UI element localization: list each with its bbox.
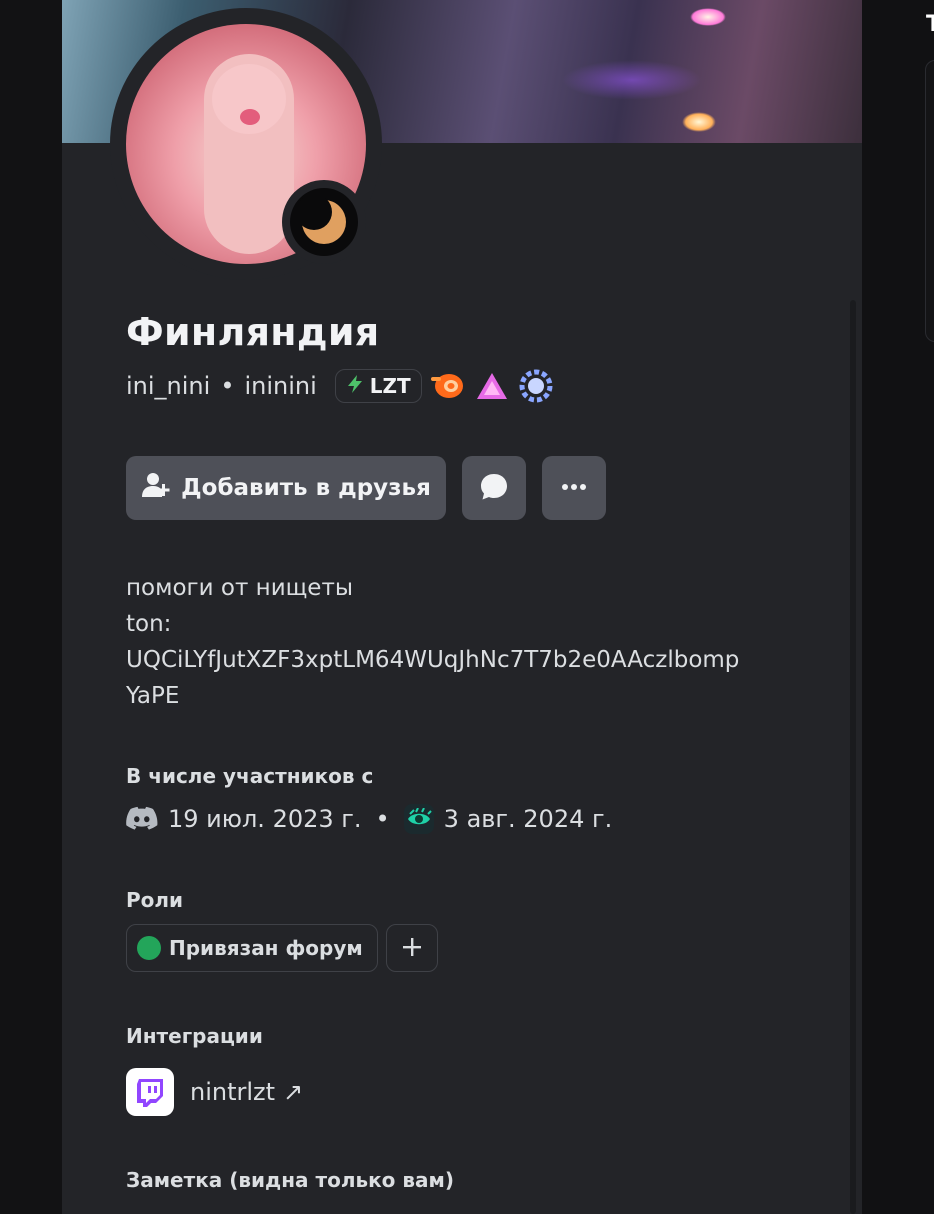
username: ini_nini bbox=[126, 372, 211, 400]
server-icon bbox=[403, 804, 434, 834]
alt-name: ininini bbox=[244, 372, 317, 400]
scrollbar-thumb[interactable] bbox=[850, 300, 856, 1214]
clan-tag-label: LZT bbox=[369, 374, 411, 398]
server-join-date: 3 авг. 2024 г. bbox=[443, 805, 613, 833]
chat-bubble-icon bbox=[478, 471, 510, 506]
twitch-icon bbox=[126, 1068, 174, 1116]
add-friend-label: Добавить в друзья bbox=[181, 475, 431, 501]
handle-separator: • bbox=[220, 372, 235, 400]
display-name: Финляндия bbox=[126, 310, 380, 354]
blue-laurel-badge-icon[interactable] bbox=[518, 368, 554, 404]
orange-swirl-badge-icon[interactable] bbox=[430, 368, 466, 404]
bolt-icon bbox=[344, 373, 366, 400]
message-button[interactable] bbox=[462, 456, 526, 520]
ellipsis-icon bbox=[558, 471, 590, 506]
role-label: Привязан форум bbox=[169, 936, 363, 960]
discord-join-date: 19 июл. 2023 г. bbox=[168, 805, 362, 833]
side-panel-letter: T bbox=[926, 12, 934, 37]
pink-triangle-badge-icon[interactable] bbox=[474, 368, 510, 404]
bio-line: ton: bbox=[126, 611, 172, 637]
bio-line: помоги от нищеты bbox=[126, 575, 354, 601]
clan-tag[interactable]: LZT bbox=[334, 369, 422, 403]
external-link-icon[interactable]: ↗ bbox=[283, 1078, 303, 1106]
twitch-username[interactable]: nintrlzt bbox=[190, 1078, 275, 1106]
role-pill[interactable]: Привязан форум bbox=[126, 924, 378, 972]
role-color-dot bbox=[137, 936, 161, 960]
add-role-button[interactable] bbox=[385, 924, 438, 972]
profile-actions: Добавить в друзья bbox=[126, 456, 606, 520]
roles-list: Привязан форум bbox=[126, 924, 438, 972]
idle-status-icon bbox=[290, 188, 358, 256]
background-right bbox=[862, 0, 934, 1214]
roles-title: Роли bbox=[126, 888, 184, 912]
bio-line: YaPE bbox=[126, 683, 180, 709]
user-handles: ini_nini • ininini LZT bbox=[126, 368, 554, 404]
member-since-row: 19 июл. 2023 г. • 3 авг. 2024 г. bbox=[126, 800, 612, 838]
bio-line: UQCiLYfJutXZF3xptLM64WUqJhNc7T7b2e0AAczl… bbox=[126, 647, 740, 673]
more-options-button[interactable] bbox=[542, 456, 606, 520]
add-friend-button[interactable]: Добавить в друзья bbox=[126, 456, 446, 520]
bio: помоги от нищеты ton: UQCiLYfJutXZF3xptL… bbox=[126, 570, 816, 714]
discord-icon bbox=[126, 806, 158, 832]
twitch-integration[interactable]: nintrlzt ↗ bbox=[126, 1068, 303, 1116]
member-since-title: В числе участников с bbox=[126, 764, 374, 788]
profile-card: Финляндия ini_nini • ininini LZT Добавит… bbox=[62, 0, 862, 1214]
add-friend-icon bbox=[141, 470, 171, 506]
note-title: Заметка (видна только вам) bbox=[126, 1168, 455, 1192]
plus-icon bbox=[401, 936, 423, 961]
integrations-title: Интеграции bbox=[126, 1024, 263, 1048]
side-panel bbox=[925, 60, 934, 342]
date-separator: • bbox=[375, 805, 390, 833]
